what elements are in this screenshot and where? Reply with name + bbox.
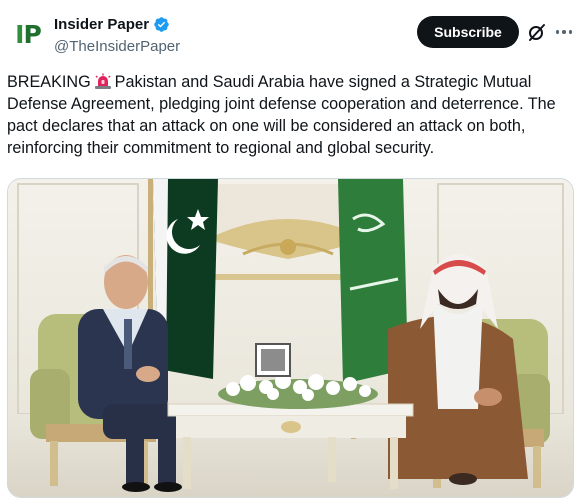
more-dot xyxy=(562,30,566,34)
more-dot xyxy=(555,30,560,34)
more-dot xyxy=(568,30,573,34)
tweet-header: IP Insider Paper @TheInsiderPaper Subscr… xyxy=(0,0,584,64)
grok-icon[interactable] xyxy=(526,21,548,43)
avatar-logo: IP xyxy=(15,19,42,49)
verified-badge-icon xyxy=(153,16,170,33)
subscribe-button[interactable]: Subscribe xyxy=(417,16,519,48)
name-row: Insider Paper xyxy=(54,16,170,33)
tweet-photo[interactable] xyxy=(7,178,574,498)
tweet-text-prefix: BREAKING xyxy=(7,73,91,91)
rotating-light-icon xyxy=(94,73,112,89)
photo-illustration xyxy=(8,179,573,497)
handle[interactable]: @TheInsiderPaper xyxy=(54,38,180,55)
display-name[interactable]: Insider Paper xyxy=(54,16,149,33)
more-options-icon[interactable] xyxy=(552,21,576,43)
tweet-text: BREAKING Pakistan and Saudi Arabia have s… xyxy=(7,71,579,159)
avatar[interactable]: IP xyxy=(8,14,48,54)
